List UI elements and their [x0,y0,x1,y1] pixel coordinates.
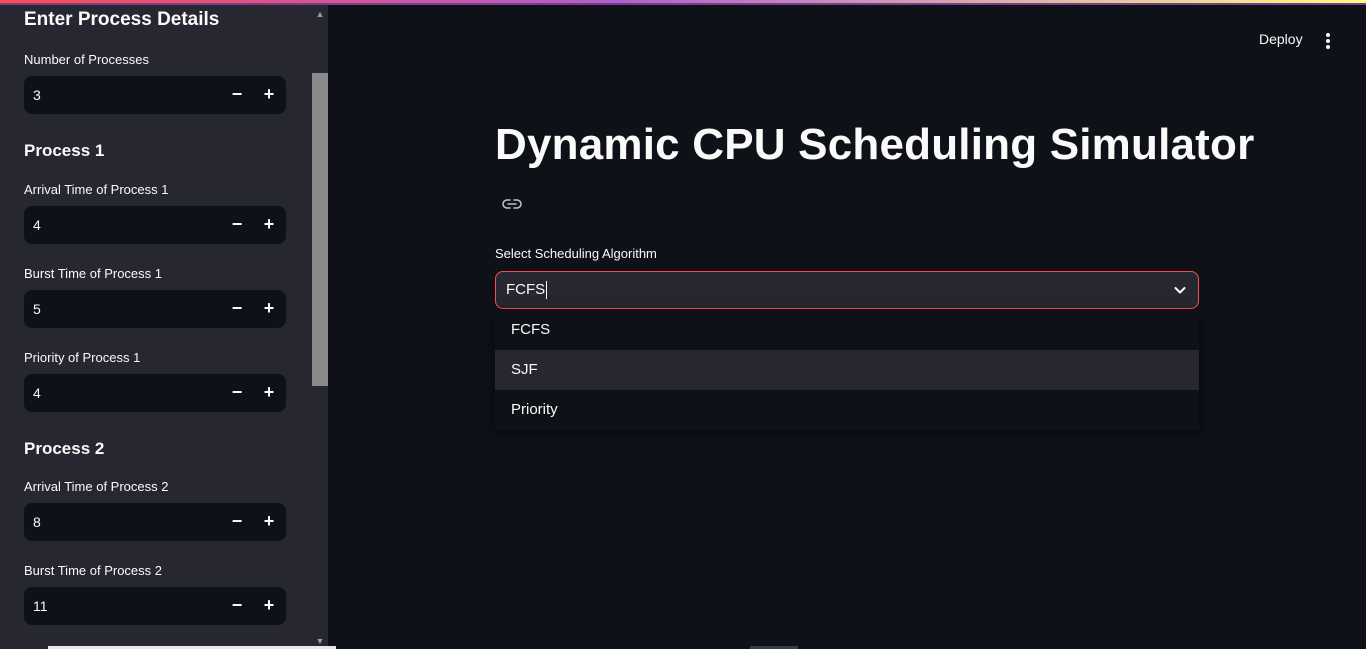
kebab-menu-icon[interactable] [1318,30,1338,50]
increment-button[interactable]: + [254,503,284,541]
sidebar: Enter Process Details Number of Processe… [0,5,328,649]
decrement-button[interactable]: − [222,503,252,541]
dropdown-option-fcfs[interactable]: FCFS [495,310,1199,350]
burst-time-process-2-label: Burst Time of Process 2 [24,563,162,578]
dropdown-option-sjf[interactable]: SJF [495,350,1199,390]
select-algorithm-label: Select Scheduling Algorithm [495,246,657,261]
burst-time-process-1-label: Burst Time of Process 1 [24,266,162,281]
increment-button[interactable]: + [254,587,284,625]
decrement-button[interactable]: − [222,587,252,625]
priority-process-1-label: Priority of Process 1 [24,350,141,365]
scroll-up-arrow-icon[interactable]: ▲ [314,9,326,19]
increment-button[interactable]: + [254,374,284,412]
priority-process-1-input[interactable]: 4 − + [24,374,286,412]
link-icon[interactable] [500,194,524,214]
deploy-button[interactable]: Deploy [1259,31,1303,47]
sidebar-scrollbar-thumb[interactable] [312,73,328,386]
arrival-time-process-2-label: Arrival Time of Process 2 [24,479,169,494]
process-2-heading: Process 2 [24,439,105,458]
arrival-time-process-1-input[interactable]: 4 − + [24,206,286,244]
sidebar-title: Enter Process Details [24,9,220,30]
burst-time-process-2-input[interactable]: 11 − + [24,587,286,625]
algorithm-dropdown-menu: FCFS SJF Priority [495,310,1199,430]
burst-time-process-1-value[interactable]: 5 [33,290,41,328]
page-title: Dynamic CPU Scheduling Simulator [495,120,1255,169]
number-of-processes-value[interactable]: 3 [33,76,41,114]
increment-button[interactable]: + [254,206,284,244]
arrival-time-process-1-value[interactable]: 4 [33,206,41,244]
priority-process-1-value[interactable]: 4 [33,374,41,412]
burst-time-process-2-value[interactable]: 11 [33,587,48,625]
algorithm-select-value[interactable]: FCFS [506,272,548,308]
decrement-button[interactable]: − [222,374,252,412]
number-of-processes-input[interactable]: 3 − + [24,76,286,114]
decrement-button[interactable]: − [222,206,252,244]
decrement-button[interactable]: − [222,290,252,328]
dropdown-option-priority[interactable]: Priority [495,390,1199,430]
number-of-processes-label: Number of Processes [24,52,149,67]
arrival-time-process-1-label: Arrival Time of Process 1 [24,182,169,197]
increment-button[interactable]: + [254,76,284,114]
scroll-down-arrow-icon[interactable]: ▼ [314,636,326,646]
arrival-time-process-2-value[interactable]: 8 [33,503,41,541]
increment-button[interactable]: + [254,290,284,328]
chevron-down-icon[interactable] [1172,282,1188,298]
process-1-heading: Process 1 [24,141,105,160]
arrival-time-process-2-input[interactable]: 8 − + [24,503,286,541]
decrement-button[interactable]: − [222,76,252,114]
algorithm-select[interactable]: FCFS [495,271,1199,309]
burst-time-process-1-input[interactable]: 5 − + [24,290,286,328]
